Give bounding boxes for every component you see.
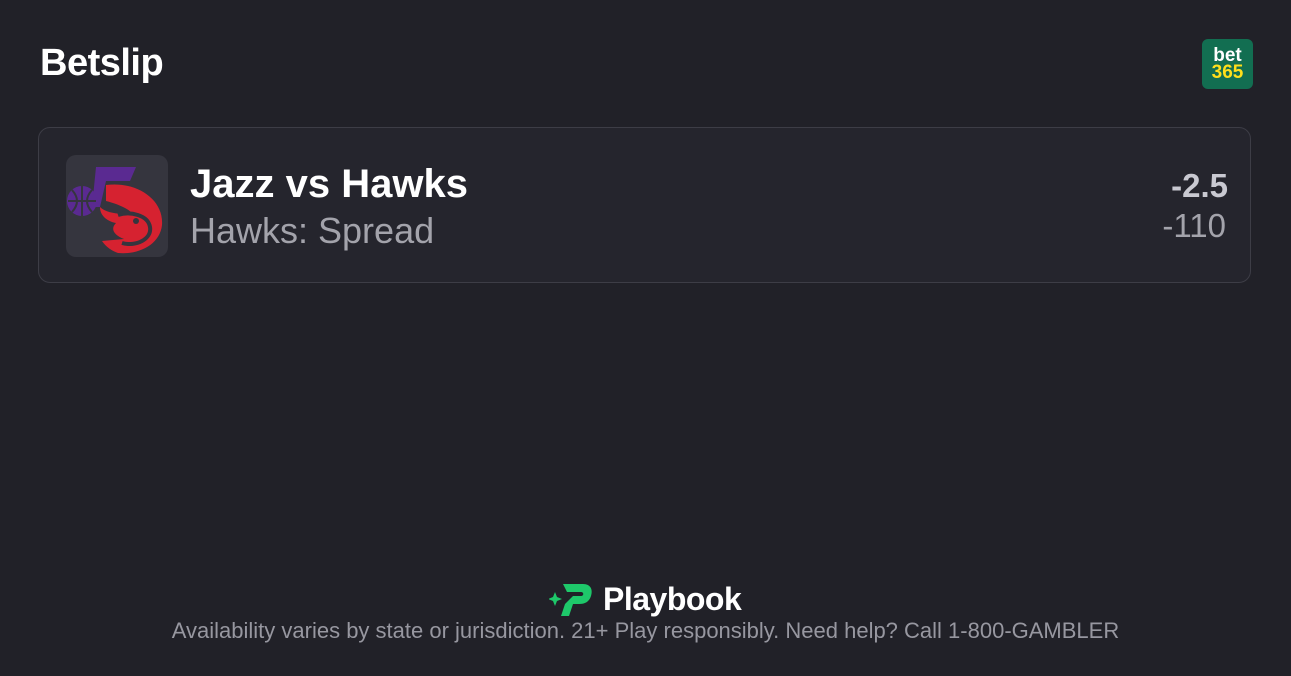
page-title: Betslip xyxy=(40,42,164,84)
playbook-logo-icon xyxy=(549,583,592,616)
team-logos xyxy=(66,155,168,257)
bet365-logo: bet 365 xyxy=(1202,39,1253,89)
playbook-wordmark: Playbook xyxy=(603,581,742,617)
playbook-brand: Playbook xyxy=(549,581,742,618)
matchup-title: Jazz vs Hawks xyxy=(190,162,468,206)
atlanta-hawks-logo-icon xyxy=(100,184,163,254)
bet-market: Hawks: Spread xyxy=(190,210,435,251)
bet-line: -2.5 xyxy=(1171,167,1228,204)
bet-odds: -110 xyxy=(1162,207,1226,244)
responsible-gaming-disclaimer: Availability varies by state or jurisdic… xyxy=(171,618,1120,643)
bet-card[interactable]: Jazz vs Hawks Hawks: Spread -2.5 -110 xyxy=(38,127,1251,283)
bet365-logo-line2: 365 xyxy=(1211,62,1244,83)
